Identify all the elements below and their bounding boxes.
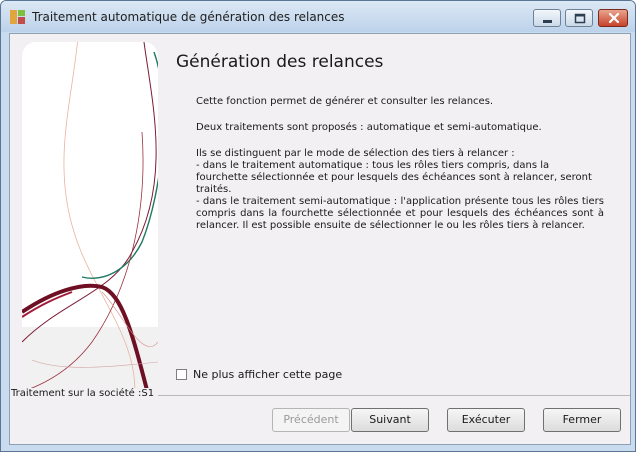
close-button[interactable]: Fermer	[543, 408, 621, 432]
company-label: Traitement sur la société :S1	[11, 388, 157, 399]
hide-page-checkbox[interactable]	[176, 369, 187, 380]
minimize-icon	[543, 20, 552, 23]
maximize-icon	[574, 13, 586, 24]
footer-separator	[158, 395, 630, 396]
hide-page-label[interactable]: Ne plus afficher cette page	[193, 368, 342, 381]
app-icon	[10, 10, 26, 24]
maximize-button[interactable]	[565, 9, 593, 27]
title-bar[interactable]: Traitement automatique de génération des…	[1, 1, 635, 32]
intro-text: Cette fonction permet de générer et cons…	[196, 96, 494, 107]
ribbon-curves-illustration	[22, 42, 158, 391]
execute-button[interactable]: Exécuter	[447, 408, 525, 432]
modes-text: Deux traitements sont proposés : automat…	[196, 122, 542, 133]
close-icon	[608, 12, 620, 24]
automatic-mode-text: - dans le traitement automatique : tous …	[196, 160, 592, 195]
page-title: Génération des relances	[176, 52, 384, 72]
decorative-side-image	[22, 42, 158, 391]
hide-page-option[interactable]: Ne plus afficher cette page	[176, 368, 342, 381]
window-title: Traitement automatique de génération des…	[32, 10, 345, 24]
close-window-button[interactable]	[598, 9, 628, 27]
semi-automatic-mode-text: - dans le traitement semi-automatique : …	[196, 196, 604, 231]
wizard-window: Traitement automatique de génération des…	[0, 0, 636, 452]
next-button[interactable]: Suivant	[351, 408, 429, 432]
description: Cette fonction permet de générer et cons…	[196, 96, 604, 232]
previous-button[interactable]: Précédent	[272, 408, 350, 432]
distinction-intro: Ils se distinguent par le mode de sélect…	[196, 148, 515, 159]
minimize-button[interactable]	[533, 9, 561, 27]
wizard-content: Génération des relances Cette fonction p…	[9, 33, 631, 445]
